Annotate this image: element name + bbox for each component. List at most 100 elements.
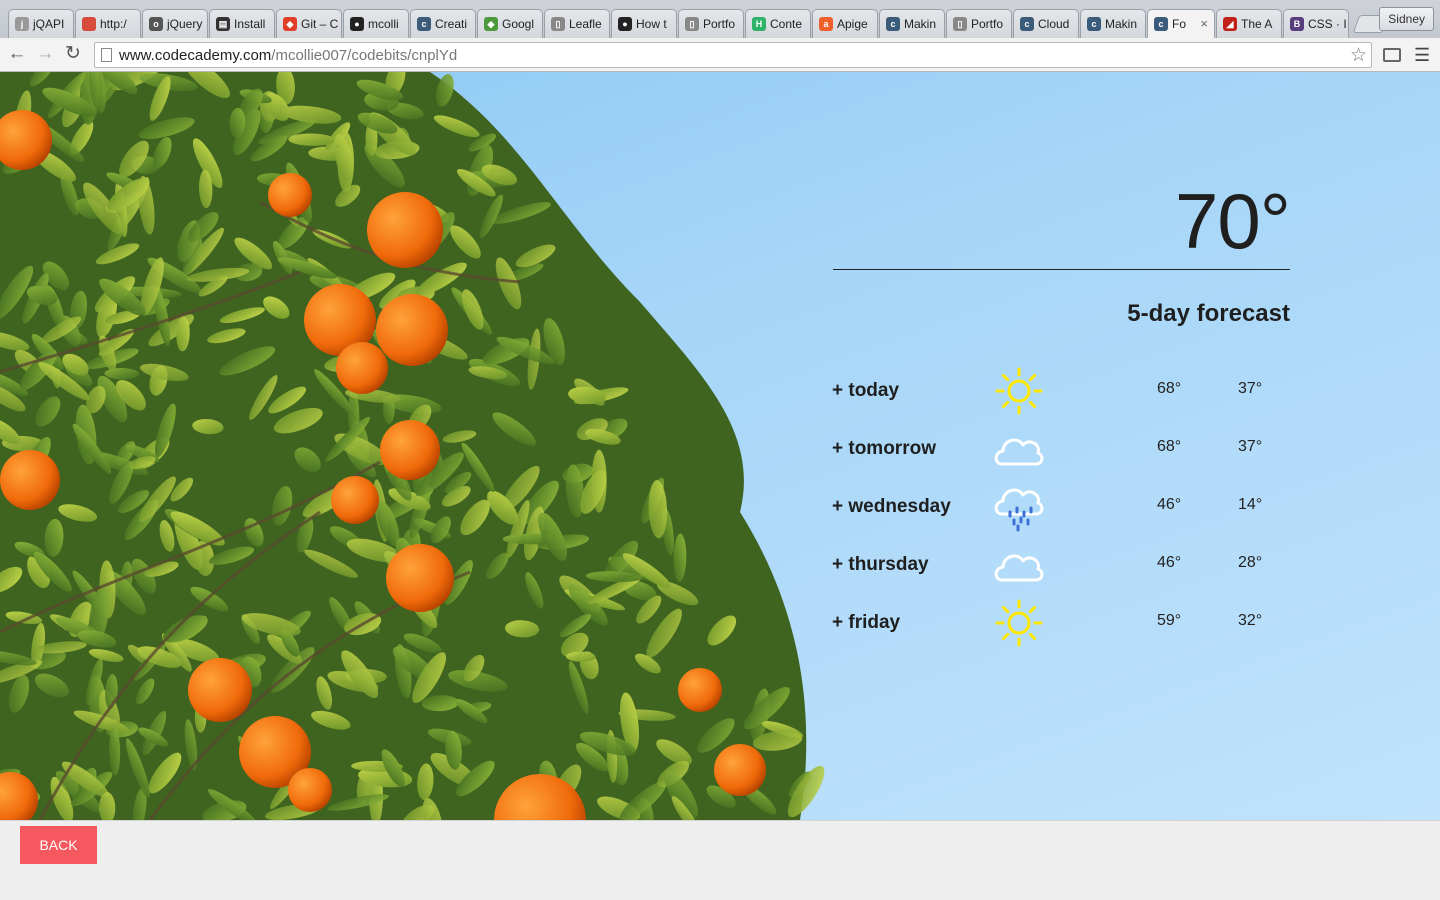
tab-close-icon[interactable]: × bbox=[1200, 16, 1208, 31]
forecast-day[interactable]: + wednesday bbox=[832, 496, 951, 518]
tab-label: Portfo bbox=[703, 17, 736, 31]
browser-tab[interactable]: c Fo × bbox=[1147, 9, 1215, 38]
url-host: www.codecademy.com bbox=[119, 47, 272, 64]
high-temp: 46° bbox=[1157, 496, 1182, 513]
tab-favicon-icon: c bbox=[1154, 17, 1168, 31]
tab-favicon-icon: ▤ bbox=[216, 17, 230, 31]
tab-label: Install bbox=[234, 17, 266, 31]
tab-favicon-icon bbox=[82, 17, 96, 31]
forward-arrow-icon[interactable]: → bbox=[33, 43, 57, 67]
tab-label: Makin bbox=[1105, 17, 1138, 31]
browser-tab[interactable]: ▯ Leafle bbox=[544, 9, 610, 38]
rain-icon bbox=[992, 482, 1046, 532]
browser-tab[interactable]: j jQAPI bbox=[8, 9, 74, 38]
tab-favicon-icon: c bbox=[1020, 17, 1034, 31]
tab-favicon-icon: a bbox=[819, 17, 833, 31]
tab-label: Cloud bbox=[1038, 17, 1070, 31]
browser-tab[interactable]: H Conte bbox=[745, 9, 811, 38]
forecast-day[interactable]: + friday bbox=[832, 612, 900, 634]
tab-favicon-icon: c bbox=[417, 17, 431, 31]
url-text[interactable]: www.codecademy.com/mcollie007/codebits/c… bbox=[119, 46, 457, 66]
tab-favicon-icon: ▯ bbox=[685, 17, 699, 31]
browser-tab[interactable]: ● mcolli bbox=[343, 9, 409, 38]
reload-icon[interactable]: ↻ bbox=[61, 43, 85, 67]
browser-tab[interactable]: ▯ Portfo bbox=[946, 9, 1012, 38]
tab-label: jQAPI bbox=[33, 17, 65, 31]
tab-favicon-icon: ▯ bbox=[953, 17, 967, 31]
low-temp: 37° bbox=[1238, 380, 1263, 397]
high-temp: 59° bbox=[1157, 612, 1182, 629]
browser-tab[interactable]: c Creati bbox=[410, 9, 476, 38]
back-arrow-icon[interactable]: ← bbox=[5, 43, 29, 67]
low-temp: 14° bbox=[1238, 496, 1263, 513]
cloud-icon bbox=[992, 540, 1046, 590]
browser-toolbar: ← → ↻ www.codecademy.com/mcollie007/code… bbox=[0, 38, 1440, 72]
tab-label: Fo bbox=[1172, 17, 1187, 31]
browser-tab[interactable]: ● How t bbox=[611, 9, 677, 38]
address-bar[interactable]: www.codecademy.com/mcollie007/codebits/c… bbox=[94, 42, 1372, 68]
url-path: /mcollie007/codebits/cnplYd bbox=[271, 47, 458, 64]
low-temp: 32° bbox=[1238, 612, 1263, 629]
forecast-row[interactable]: + today 68° 37° bbox=[832, 366, 1292, 416]
back-button[interactable]: BACK bbox=[20, 826, 97, 864]
tab-favicon-icon: H bbox=[752, 17, 766, 31]
tab-favicon-icon: ▯ bbox=[551, 17, 565, 31]
tab-label: Git – C bbox=[301, 17, 339, 31]
tab-label: Creati bbox=[435, 17, 468, 31]
tab-favicon-icon: ◢ bbox=[1223, 17, 1237, 31]
tab-label: The A bbox=[1241, 17, 1273, 31]
browser-tab[interactable]: ◆ Googl bbox=[477, 9, 543, 38]
tab-label: Leafle bbox=[569, 17, 602, 31]
tab-favicon-icon: ● bbox=[618, 17, 632, 31]
sun-icon bbox=[992, 366, 1046, 416]
browser-tab[interactable]: a Apige bbox=[812, 9, 878, 38]
weather-page: 70° 5-day forecast + today 68° 37° + tomorr… bbox=[0, 72, 1440, 820]
tab-label: Googl bbox=[502, 17, 535, 31]
browser-tab[interactable]: ▤ Install bbox=[209, 9, 275, 38]
hamburger-menu-icon[interactable]: ☰ bbox=[1414, 46, 1430, 64]
forecast-row[interactable]: + thursday 46° 28° bbox=[832, 540, 1292, 590]
current-temperature: 70° bbox=[1175, 177, 1291, 265]
browser-tab[interactable]: c Makin bbox=[1080, 9, 1146, 38]
browser-tab-strip: j jQAPI http:/ o jQuery ▤ Install ◆ Git – C ● mcol… bbox=[0, 0, 1440, 38]
forecast-day[interactable]: + today bbox=[832, 380, 899, 402]
browser-tab[interactable]: c Makin bbox=[879, 9, 945, 38]
browser-tab[interactable]: B CSS · I bbox=[1283, 9, 1349, 38]
tab-favicon-icon: c bbox=[1087, 17, 1101, 31]
browser-tab[interactable]: ◆ Git – C bbox=[276, 9, 342, 38]
orange-tree-photo bbox=[0, 72, 825, 820]
forecast-day[interactable]: + tomorrow bbox=[832, 438, 936, 460]
browser-tab[interactable]: ◢ The A bbox=[1216, 9, 1282, 38]
browser-tab[interactable]: c Cloud bbox=[1013, 9, 1079, 38]
low-temp: 28° bbox=[1238, 554, 1263, 571]
profile-button[interactable]: Sidney bbox=[1379, 7, 1434, 31]
forecast-title: 5-day forecast bbox=[1127, 300, 1290, 327]
high-temp: 68° bbox=[1157, 380, 1182, 397]
forecast-row[interactable]: + wednesday 46° 14° bbox=[832, 482, 1292, 532]
tab-favicon-icon: ◆ bbox=[283, 17, 297, 31]
page-icon bbox=[101, 48, 112, 62]
browser-tab[interactable]: http:/ bbox=[75, 9, 141, 38]
browser-tab[interactable]: ▯ Portfo bbox=[678, 9, 744, 38]
tab-label: Portfo bbox=[971, 17, 1004, 31]
tab-favicon-icon: ◆ bbox=[484, 17, 498, 31]
tab-favicon-icon: j bbox=[15, 17, 29, 31]
forecast-row[interactable]: + friday 59° 32° bbox=[832, 598, 1292, 648]
cast-icon[interactable] bbox=[1383, 48, 1401, 62]
tab-label: How t bbox=[636, 17, 667, 31]
tab-favicon-icon: ● bbox=[350, 17, 364, 31]
tab-favicon-icon: B bbox=[1290, 17, 1304, 31]
bookmark-star-icon[interactable]: ☆ bbox=[1350, 44, 1367, 67]
tab-label: mcolli bbox=[368, 17, 399, 31]
forecast-row[interactable]: + tomorrow 68° 37° bbox=[832, 424, 1292, 474]
browser-tab[interactable]: o jQuery bbox=[142, 9, 208, 38]
tab-label: Apige bbox=[837, 17, 868, 31]
high-temp: 46° bbox=[1157, 554, 1182, 571]
tab-list: j jQAPI http:/ o jQuery ▤ Install ◆ Git – C ● mcol… bbox=[8, 9, 1390, 38]
tab-favicon-icon: c bbox=[886, 17, 900, 31]
tab-label: http:/ bbox=[100, 17, 127, 31]
tab-label: Conte bbox=[770, 17, 803, 31]
divider bbox=[833, 269, 1290, 270]
forecast-day[interactable]: + thursday bbox=[832, 554, 929, 576]
tab-label: Makin bbox=[904, 17, 937, 31]
